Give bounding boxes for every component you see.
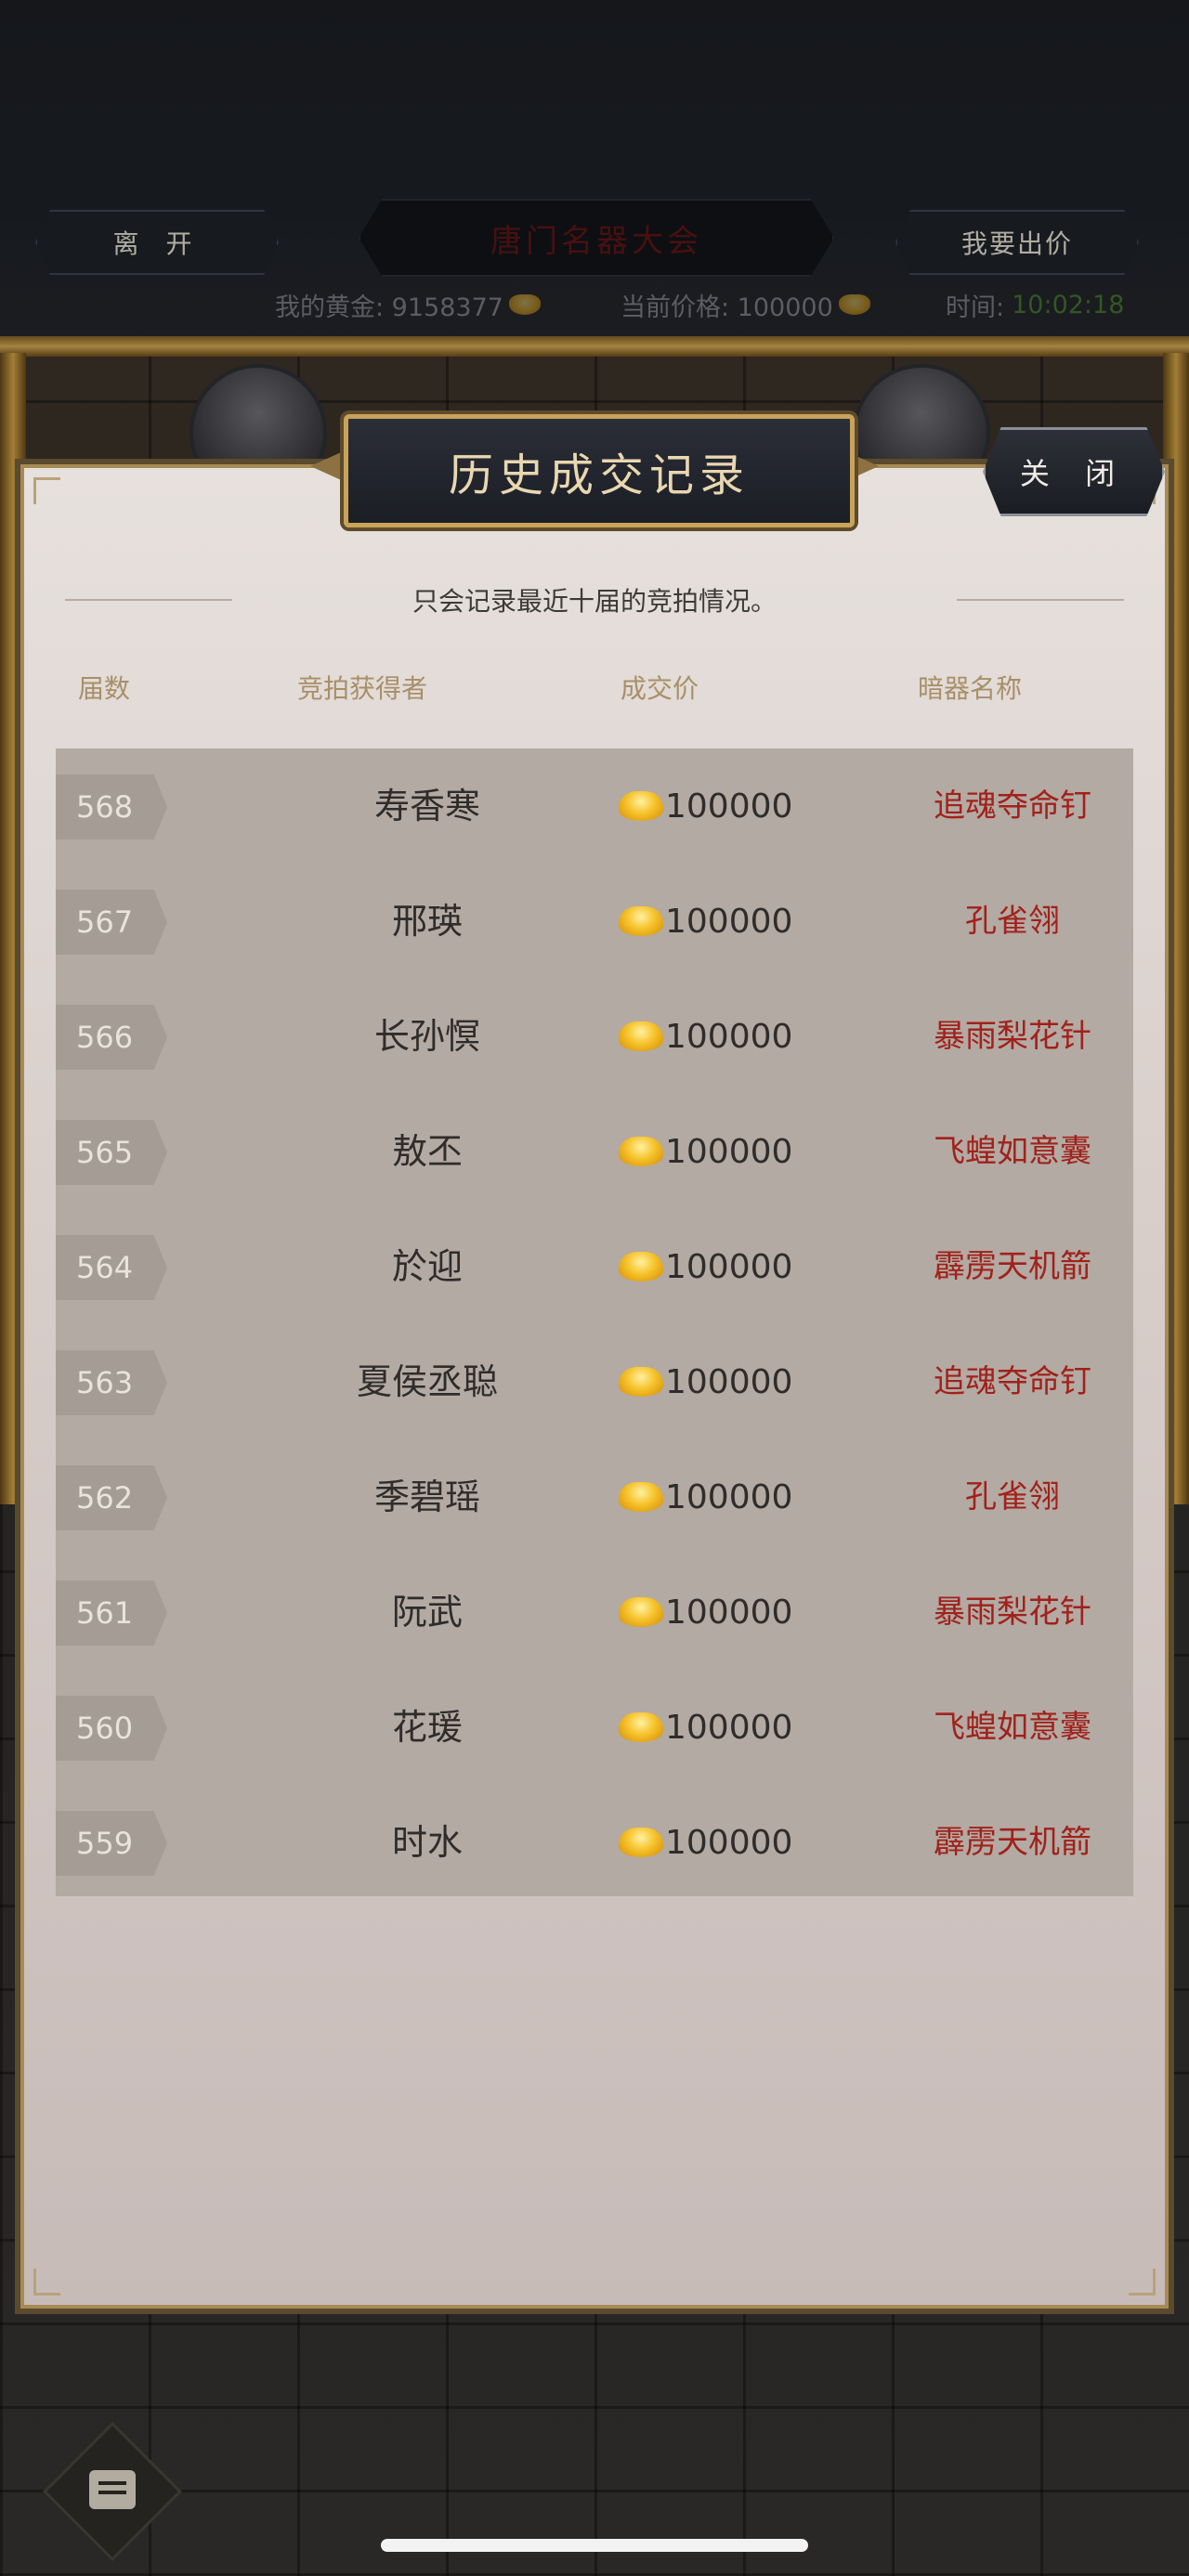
gold-ingot-icon [619,1137,663,1166]
gold-ingot-icon [619,1828,663,1857]
price-cell: 100000 [619,1209,792,1324]
session-badge: 563 [56,1350,167,1415]
weapon-name: 霹雳天机箭 [934,1248,1091,1285]
column-header-winner: 竞拍获得者 [297,673,428,704]
price-cell: 100000 [619,1094,792,1209]
weapon-name: 追魂夺命钉 [934,787,1091,825]
corner-ornament [33,477,60,504]
table-row: 563 夏侯丞聪 100000 追魂夺命钉 [56,1324,1133,1439]
close-button[interactable]: 关 闭 [983,427,1165,516]
gold-ingot-icon [619,791,663,821]
session-badge: 559 [56,1811,167,1876]
winner-name: 时水 [391,1822,463,1863]
session-badge: 564 [56,1235,167,1300]
table-row: 561 阮武 100000 暴雨梨花针 [56,1555,1133,1670]
column-header-weapon: 暗器名称 [918,673,1023,704]
gold-ingot-icon [619,1712,663,1742]
price-value: 100000 [665,1017,793,1056]
table-row: 565 敖丕 100000 飞蝗如意囊 [56,1094,1133,1209]
corner-ornament [33,2269,60,2296]
session-badge: 567 [56,890,167,955]
price-cell: 100000 [619,864,792,979]
winner-name: 敖丕 [391,1131,463,1172]
price-cell: 100000 [619,1785,792,1900]
weapon-name: 飞蝗如意囊 [934,1709,1091,1746]
session-badge: 566 [56,1005,167,1070]
winner-name: 阮武 [391,1592,463,1633]
gold-ingot-icon [619,1252,663,1281]
session-badge: 562 [56,1465,167,1530]
table-row: 560 花瑗 100000 飞蝗如意囊 [56,1670,1133,1785]
price-value: 100000 [665,1708,793,1747]
table-row: 564 於迎 100000 霹雳天机箭 [56,1209,1133,1324]
table-row: 566 长孙慏 100000 暴雨梨花针 [56,979,1133,1094]
weapon-name: 暴雨梨花针 [934,1018,1091,1055]
weapon-name: 孔雀翎 [965,903,1060,940]
session-badge: 568 [56,774,167,839]
winner-name: 邢瑛 [391,901,463,942]
price-value: 100000 [665,1362,793,1401]
column-header-price: 成交价 [621,673,699,704]
table-row: 559 时水 100000 霹雳天机箭 [56,1785,1133,1900]
session-badge: 561 [56,1581,167,1646]
corner-ornament [1129,2269,1156,2296]
column-header-session: 届数 [78,673,131,704]
price-cell: 100000 [619,979,792,1094]
price-value: 100000 [665,902,793,941]
winner-name: 寿香寒 [373,786,480,826]
weapon-name: 飞蝗如意囊 [934,1133,1091,1170]
price-value: 100000 [665,1247,793,1286]
winner-name: 於迎 [391,1246,463,1287]
table-row: 568 寿香寒 100000 追魂夺命钉 [56,748,1133,864]
price-cell: 100000 [619,1439,792,1555]
weapon-name: 孔雀翎 [965,1478,1060,1516]
table-row: 567 邢瑛 100000 孔雀翎 [56,864,1133,979]
price-cell: 100000 [619,1324,792,1439]
price-value: 100000 [665,1477,793,1516]
gold-ingot-icon [619,1367,663,1397]
table-row: 562 季碧瑶 100000 孔雀翎 [56,1439,1133,1555]
divider-right [957,599,1124,601]
weapon-name: 追魂夺命钉 [934,1363,1091,1400]
home-indicator[interactable] [381,2539,808,2552]
session-badge: 565 [56,1120,167,1185]
gold-ingot-icon [619,1597,663,1627]
gold-ingot-icon [619,1482,663,1512]
winner-name: 夏侯丞聪 [356,1361,498,1402]
winner-name: 长孙慏 [373,1016,480,1057]
price-cell: 100000 [619,1555,792,1670]
winner-name: 季碧瑶 [373,1477,480,1517]
winner-name: 花瑗 [391,1707,463,1748]
price-cell: 100000 [619,748,792,864]
price-value: 100000 [665,1132,793,1171]
price-cell: 100000 [619,1670,792,1785]
price-value: 100000 [665,787,793,826]
gold-ingot-icon [619,1021,663,1051]
weapon-name: 暴雨梨花针 [934,1594,1091,1631]
price-value: 100000 [665,1593,793,1632]
weapon-name: 霹雳天机箭 [934,1824,1091,1861]
history-table: 568 寿香寒 100000 追魂夺命钉 567 邢瑛 100000 孔雀翎 5… [56,748,1133,1896]
price-value: 100000 [665,1823,793,1862]
modal-title: 历史成交记录 [344,414,855,527]
gold-ingot-icon [619,906,663,936]
session-badge: 560 [56,1696,167,1761]
